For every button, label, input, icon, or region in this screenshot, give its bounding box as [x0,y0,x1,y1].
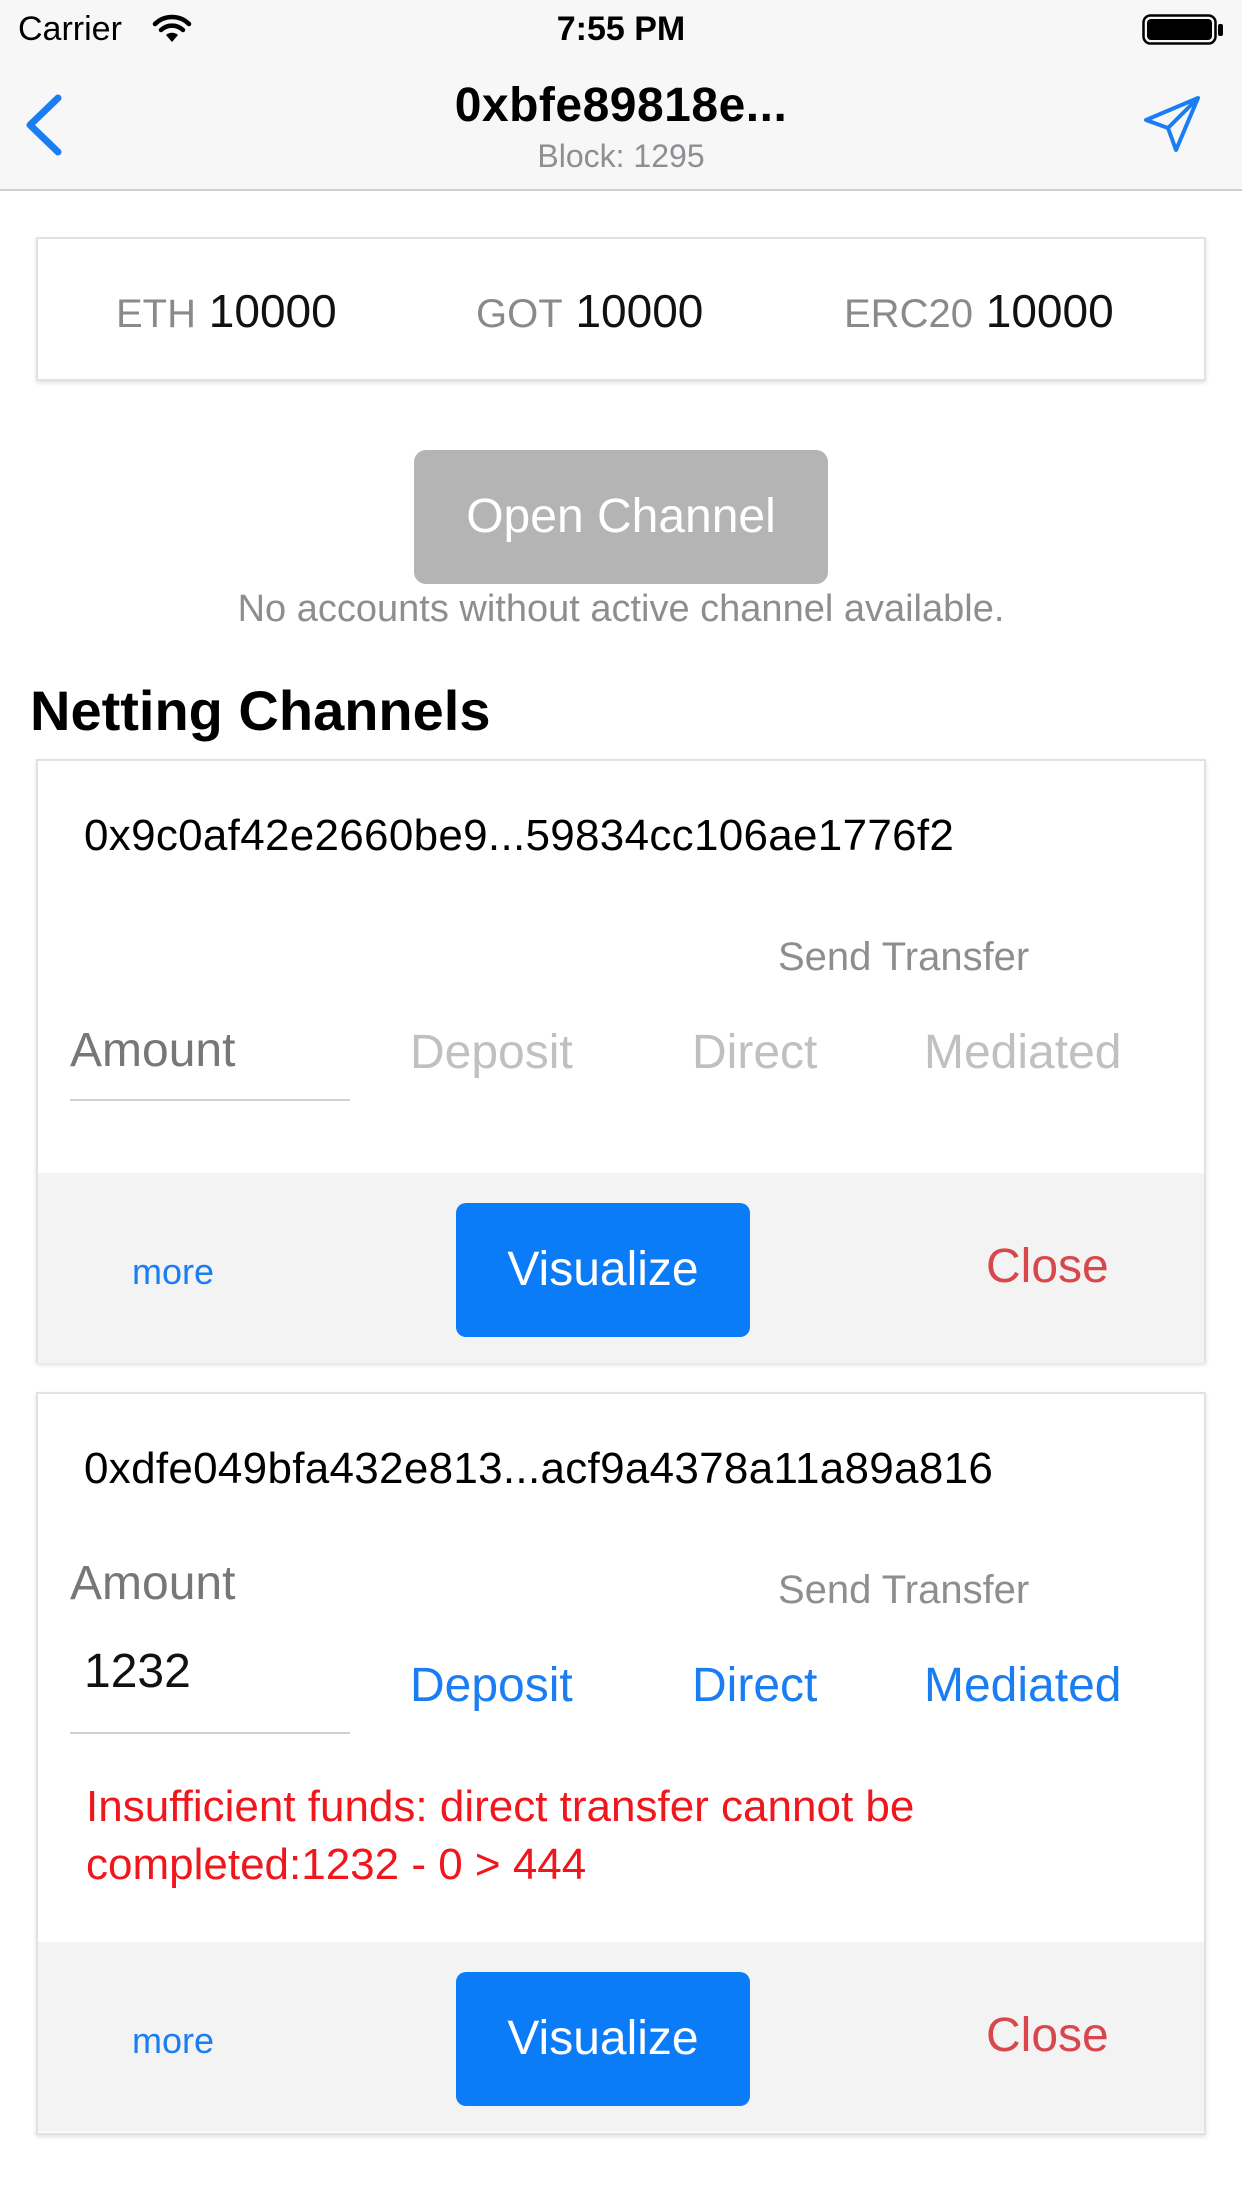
status-bar: Carrier 7:55 PM [0,0,1242,60]
channel-address: 0xdfe049bfa432e813...acf9a4378a11a89a816 [84,1444,994,1493]
direct-transfer-button[interactable]: Direct [692,1658,817,1713]
more-link[interactable]: more [132,2020,214,2062]
amount-input[interactable]: Amount [70,1023,235,1078]
navigation-bar: 0xbfe89818e... Block: 1295 [0,60,1242,191]
deposit-button[interactable]: Deposit [410,1658,573,1713]
more-link[interactable]: more [132,1251,214,1293]
channel-footer: more Visualize Close [38,1173,1204,1363]
close-channel-button[interactable]: Close [986,2008,1109,2063]
page-title: 0xbfe89818e... [454,79,788,132]
token-label: GOT [476,292,563,336]
block-number: Block: 1295 [537,138,705,174]
channel-card: 0xdfe049bfa432e813...acf9a4378a11a89a816… [36,1392,1206,2135]
deposit-button[interactable]: Deposit [410,1025,573,1080]
open-channel-button[interactable]: Open Channel [414,450,828,584]
token-balance: 10000 [575,285,704,337]
balances-card: ETH 10000 GOT 10000 ERC20 10000 [36,237,1206,381]
visualize-button[interactable]: Visualize [456,1203,750,1337]
close-channel-button[interactable]: Close [986,1239,1109,1294]
balance-eth: ETH 10000 [116,284,337,338]
battery-icon [1142,14,1224,51]
token-label: ERC20 [844,292,973,336]
direct-transfer-button[interactable]: Direct [692,1025,817,1080]
channel-footer: more Visualize Close [38,1942,1204,2132]
no-accounts-note: No accounts without active channel avail… [237,588,1005,630]
amount-underline [70,1732,350,1734]
paper-plane-icon[interactable] [1140,92,1204,156]
mediated-transfer-button[interactable]: Mediated [924,1025,1121,1080]
error-message: Insufficient funds: direct transfer cann… [86,1782,915,1889]
token-balance: 10000 [208,285,337,337]
amount-label: Amount [70,1557,236,1610]
send-transfer-label: Send Transfer [778,935,1030,979]
channel-address: 0x9c0af42e2660be9...59834cc106ae1776f2 [84,811,955,860]
amount-underline [70,1099,350,1101]
send-transfer-label: Send Transfer [778,1568,1030,1612]
balance-erc20: ERC20 10000 [844,284,1114,338]
section-title: Netting Channels [30,679,491,742]
amount-input[interactable]: 1232 [84,1644,191,1699]
clock: 7:55 PM [556,10,686,48]
balance-got: GOT 10000 [476,284,703,338]
token-balance: 10000 [985,285,1114,337]
channel-card: 0x9c0af42e2660be9...59834cc106ae1776f2 S… [36,759,1206,1363]
mediated-transfer-button[interactable]: Mediated [924,1658,1121,1713]
token-label: ETH [116,292,196,336]
visualize-button[interactable]: Visualize [456,1972,750,2106]
